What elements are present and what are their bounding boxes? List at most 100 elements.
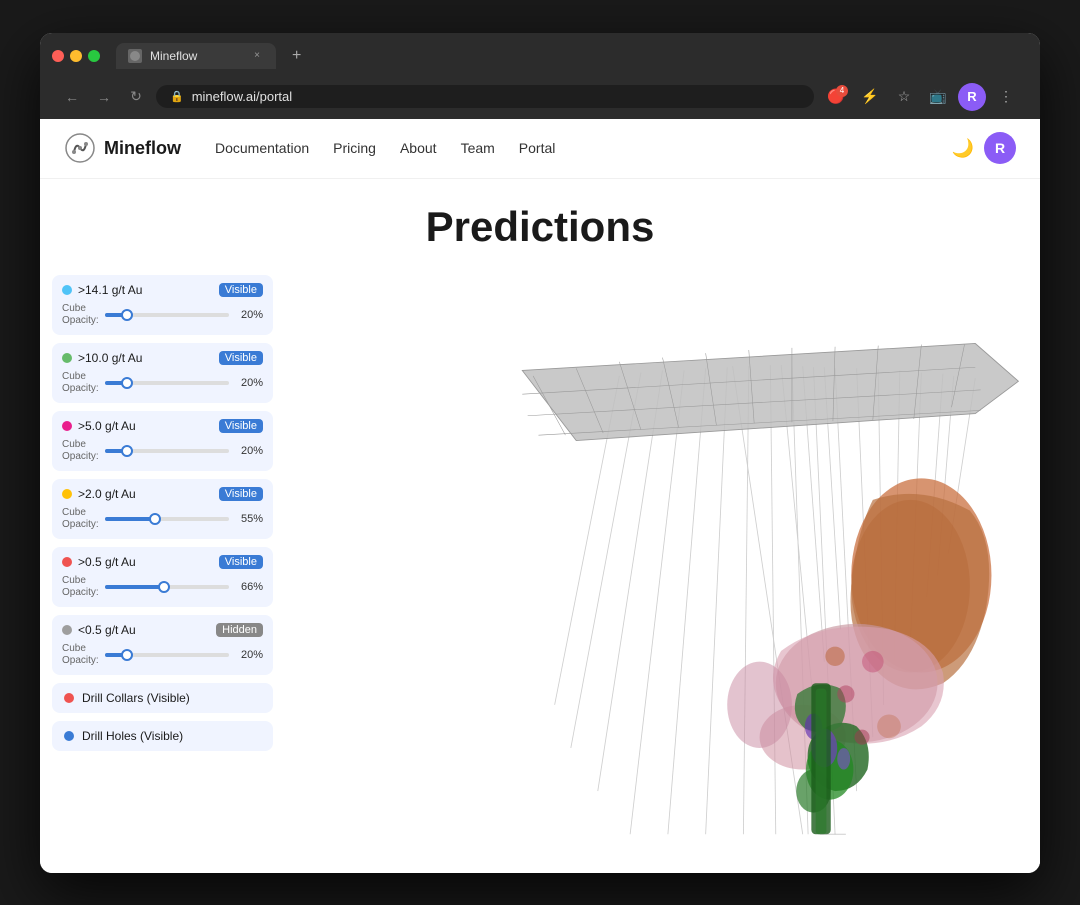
tab-title: Mineflow (150, 49, 197, 63)
layer-card-6: <0.5 g/t Au Hidden CubeOpacity: 20% (52, 615, 273, 675)
tab-close-button[interactable]: × (250, 49, 264, 63)
traffic-light-red[interactable] (52, 50, 64, 62)
browser-toolbar: ← → ↻ 🔒 mineflow.ai/portal 🔴 4 ⚡ ☆ 📺 R ⋮ (52, 77, 1028, 119)
layer-visibility-5[interactable]: Visible (219, 555, 263, 569)
nav-about[interactable]: About (390, 134, 447, 162)
layer-opacity-row-3: CubeOpacity: 20% (62, 439, 263, 463)
opacity-value-6: 20% (235, 649, 263, 661)
logo-text: Mineflow (104, 138, 181, 159)
opacity-label-4: CubeOpacity: (62, 507, 99, 531)
layer-label-4: >2.0 g/t Au (78, 487, 213, 501)
opacity-value-2: 20% (235, 377, 263, 389)
address-bar[interactable]: 🔒 mineflow.ai/portal (156, 85, 814, 108)
nav-portal[interactable]: Portal (509, 134, 566, 162)
browser-user-avatar[interactable]: R (958, 83, 986, 111)
drill-card-1[interactable]: Drill Collars (Visible) (52, 683, 273, 713)
layer-dot-4 (62, 489, 72, 499)
layer-dot-1 (62, 285, 72, 295)
layer-label-1: >14.1 g/t Au (78, 283, 213, 297)
new-tab-button[interactable]: + (284, 43, 309, 69)
layer-visibility-4[interactable]: Visible (219, 487, 263, 501)
profile-icon[interactable]: ⚡ (856, 83, 884, 111)
layer-header-5: >0.5 g/t Au Visible (62, 555, 263, 569)
traffic-light-green[interactable] (88, 50, 100, 62)
more-button[interactable]: ⋮ (992, 83, 1020, 111)
nav-actions: 🌙 R (952, 132, 1016, 164)
opacity-slider-3[interactable] (105, 449, 229, 453)
layer-opacity-row-4: CubeOpacity: 55% (62, 507, 263, 531)
tab-favicon (128, 49, 142, 63)
site-logo[interactable]: Mineflow (64, 132, 181, 164)
opacity-slider-1[interactable] (105, 313, 229, 317)
drill-label-2: Drill Holes (Visible) (82, 729, 183, 743)
browser-chrome: Mineflow × + ← → ↻ 🔒 mineflow.ai/portal … (40, 33, 1040, 119)
layer-visibility-6[interactable]: Hidden (216, 623, 263, 637)
opacity-label-2: CubeOpacity: (62, 371, 99, 395)
opacity-value-1: 20% (235, 309, 263, 321)
dark-mode-toggle[interactable]: 🌙 (952, 138, 974, 159)
nav-user-avatar[interactable]: R (984, 132, 1016, 164)
layer-card-4: >2.0 g/t Au Visible CubeOpacity: 55% (52, 479, 273, 539)
layer-opacity-row-6: CubeOpacity: 20% (62, 643, 263, 667)
lock-icon: 🔒 (170, 90, 184, 103)
layer-header-2: >10.0 g/t Au Visible (62, 351, 263, 365)
extensions-icon[interactable]: 🔴 4 (822, 83, 850, 111)
sidebar-controls: >14.1 g/t Au Visible CubeOpacity: 20% >1… (40, 267, 285, 873)
nav-pricing[interactable]: Pricing (323, 134, 386, 162)
layer-header-4: >2.0 g/t Au Visible (62, 487, 263, 501)
opacity-label-1: CubeOpacity: (62, 303, 99, 327)
layer-visibility-1[interactable]: Visible (219, 283, 263, 297)
logo-icon (64, 132, 96, 164)
drill-dot-2 (64, 731, 74, 741)
nav-team[interactable]: Team (451, 134, 505, 162)
opacity-slider-4[interactable] (105, 517, 229, 521)
opacity-slider-2[interactable] (105, 381, 229, 385)
opacity-label-6: CubeOpacity: (62, 643, 99, 667)
layer-label-6: <0.5 g/t Au (78, 623, 210, 637)
visualization-area: >14.1 g/t Au Visible CubeOpacity: 20% >1… (40, 267, 1040, 873)
layer-opacity-row-1: CubeOpacity: 20% (62, 303, 263, 327)
layer-dot-2 (62, 353, 72, 363)
opacity-label-3: CubeOpacity: (62, 439, 99, 463)
layer-card-1: >14.1 g/t Au Visible CubeOpacity: 20% (52, 275, 273, 335)
opacity-slider-6[interactable] (105, 653, 229, 657)
traffic-lights (52, 50, 100, 62)
forward-button[interactable]: → (92, 85, 116, 109)
layer-dot-6 (62, 625, 72, 635)
main-area: Predictions >14.1 g/t Au Visible CubeOpa… (40, 179, 1040, 873)
extension-badge: 4 (836, 85, 848, 97)
layer-header-3: >5.0 g/t Au Visible (62, 419, 263, 433)
page-title: Predictions (40, 179, 1040, 267)
opacity-thumb-4[interactable] (149, 513, 161, 525)
opacity-thumb-2[interactable] (121, 377, 133, 389)
opacity-thumb-3[interactable] (121, 445, 133, 457)
traffic-light-yellow[interactable] (70, 50, 82, 62)
bookmark-icon[interactable]: ☆ (890, 83, 918, 111)
reload-button[interactable]: ↻ (124, 85, 148, 109)
layer-visibility-3[interactable]: Visible (219, 419, 263, 433)
layer-dot-3 (62, 421, 72, 431)
opacity-track-5 (105, 585, 164, 589)
layer-label-2: >10.0 g/t Au (78, 351, 213, 365)
layer-card-5: >0.5 g/t Au Visible CubeOpacity: 66% (52, 547, 273, 607)
browser-titlebar: Mineflow × + (52, 43, 1028, 69)
opacity-value-3: 20% (235, 445, 263, 457)
back-button[interactable]: ← (60, 85, 84, 109)
layer-label-5: >0.5 g/t Au (78, 555, 213, 569)
opacity-slider-5[interactable] (105, 585, 229, 589)
viz-canvas[interactable] (285, 267, 1040, 873)
nav-links: Documentation Pricing About Team Portal (205, 134, 565, 162)
cast-icon[interactable]: 📺 (924, 83, 952, 111)
toolbar-actions: 🔴 4 ⚡ ☆ 📺 R ⋮ (822, 83, 1020, 111)
opacity-thumb-6[interactable] (121, 649, 133, 661)
browser-tab[interactable]: Mineflow × (116, 43, 276, 69)
layer-card-2: >10.0 g/t Au Visible CubeOpacity: 20% (52, 343, 273, 403)
drill-dot-1 (64, 693, 74, 703)
opacity-thumb-5[interactable] (158, 581, 170, 593)
opacity-thumb-1[interactable] (121, 309, 133, 321)
3d-visualization (285, 267, 1040, 873)
nav-documentation[interactable]: Documentation (205, 134, 319, 162)
layer-visibility-2[interactable]: Visible (219, 351, 263, 365)
drill-card-2[interactable]: Drill Holes (Visible) (52, 721, 273, 751)
layer-opacity-row-5: CubeOpacity: 66% (62, 575, 263, 599)
